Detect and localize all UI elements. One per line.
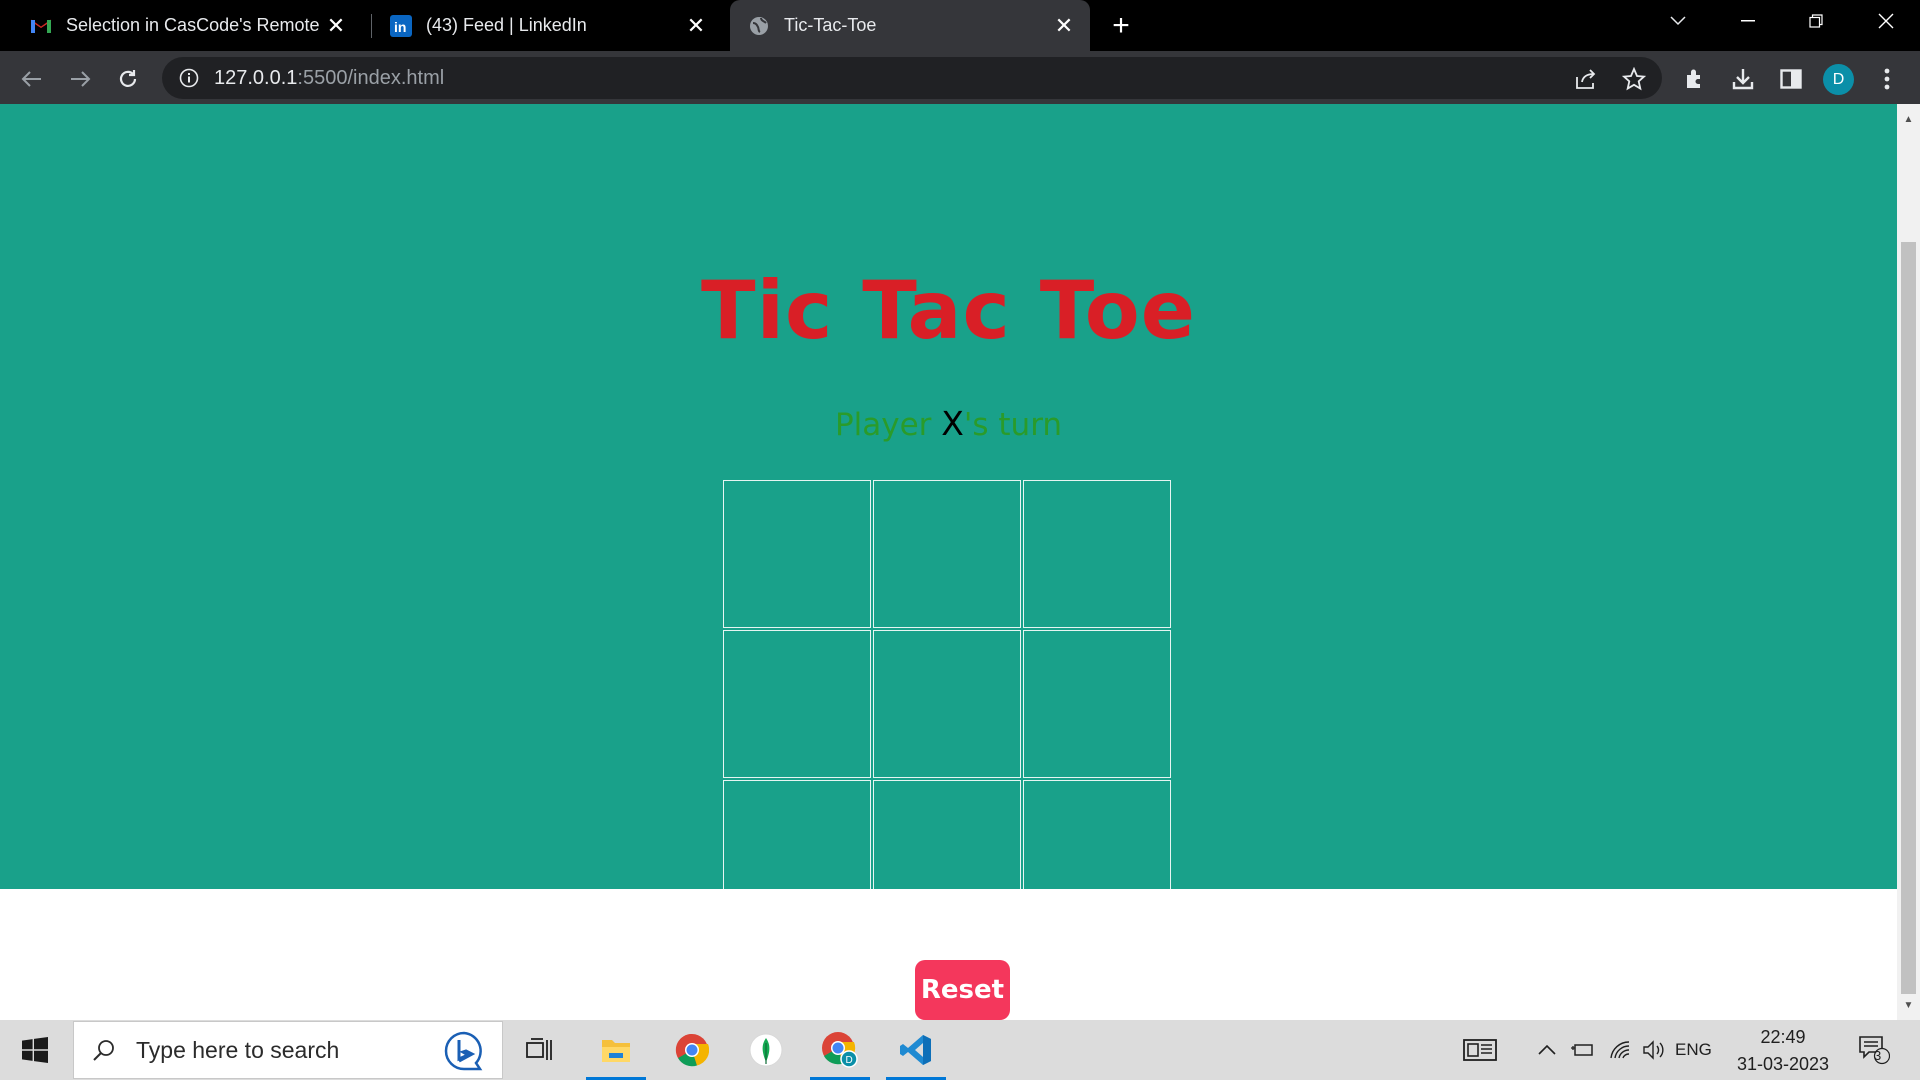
current-player: X xyxy=(941,404,964,443)
search-icon xyxy=(92,1038,116,1062)
battery-icon[interactable] xyxy=(1568,1020,1596,1080)
chrome-profile-icon[interactable]: D xyxy=(808,1020,872,1080)
board-cell[interactable] xyxy=(1023,480,1171,628)
svg-text:D: D xyxy=(846,1055,853,1066)
side-panel-icon[interactable] xyxy=(1775,63,1807,95)
back-icon[interactable] xyxy=(16,63,48,95)
news-widget-icon[interactable] xyxy=(1458,1020,1502,1080)
vscode-icon[interactable] xyxy=(884,1020,948,1080)
clock-date: 31-03-2023 xyxy=(1736,1054,1830,1074)
search-placeholder: Type here to search xyxy=(136,1036,340,1063)
tab-strip: Selection in CasCode's Remote In ✕ in (4… xyxy=(0,0,1920,51)
board-cell[interactable] xyxy=(873,630,1021,778)
svg-text:in: in xyxy=(394,19,406,35)
chevron-up-icon[interactable] xyxy=(1534,1020,1560,1080)
board-cell[interactable] xyxy=(1023,630,1171,778)
file-explorer-icon[interactable] xyxy=(584,1020,648,1080)
turn-indicator: Player X's turn xyxy=(0,404,1897,443)
tab-title: Tic-Tac-Toe xyxy=(784,15,877,35)
task-view-icon[interactable] xyxy=(508,1020,572,1080)
turn-prefix: Player xyxy=(834,407,942,443)
minimize-icon[interactable] xyxy=(1714,0,1782,42)
volume-icon[interactable] xyxy=(1640,1020,1668,1080)
bing-chat-icon[interactable] xyxy=(442,1030,486,1072)
board-cell[interactable] xyxy=(873,780,1021,889)
share-icon[interactable] xyxy=(1570,63,1602,95)
tab-title: Selection in CasCode's Remote In xyxy=(66,15,324,35)
language-indicator[interactable]: ENG xyxy=(1675,1040,1712,1060)
close-icon[interactable]: ✕ xyxy=(1052,13,1076,38)
page-viewport: Tic Tac Toe Player X's turn Reset xyxy=(0,104,1897,1020)
tab-tic-tac-toe[interactable]: Tic-Tac-Toe ✕ xyxy=(730,0,1090,51)
forward-icon[interactable] xyxy=(64,63,96,95)
scrollbar-thumb[interactable] xyxy=(1901,242,1916,994)
browser-toolbar: 127.0.0.1:5500/index.html D xyxy=(0,51,1920,104)
address-bar[interactable]: 127.0.0.1:5500/index.html xyxy=(162,57,1662,99)
wifi-icon[interactable] xyxy=(1606,1020,1634,1080)
extensions-icon[interactable] xyxy=(1679,63,1711,95)
gmail-icon xyxy=(30,15,52,37)
scroll-down-icon[interactable]: ▼ xyxy=(1897,996,1920,1014)
board-cell[interactable] xyxy=(1023,780,1171,889)
page-title: Tic Tac Toe xyxy=(701,264,1196,357)
restore-icon[interactable] xyxy=(1782,0,1850,42)
clock-time: 22:49 xyxy=(1760,1027,1806,1047)
page-scrollbar[interactable]: ▲ ▼ xyxy=(1897,104,1920,1020)
close-icon[interactable]: ✕ xyxy=(324,13,348,38)
turn-suffix: 's turn xyxy=(963,407,1063,443)
globe-icon xyxy=(748,15,770,37)
reload-icon[interactable] xyxy=(112,63,144,95)
url-path: :5500/index.html xyxy=(297,66,445,89)
browser-window: Selection in CasCode's Remote In ✕ in (4… xyxy=(0,0,1920,1020)
chrome-icon[interactable] xyxy=(660,1020,724,1080)
board-cell[interactable] xyxy=(723,780,871,889)
new-tab-button[interactable]: + xyxy=(1106,9,1136,42)
tab-search-icon[interactable] xyxy=(1644,0,1712,42)
game-board xyxy=(723,480,1172,889)
scroll-up-icon[interactable]: ▲ xyxy=(1897,110,1920,128)
notification-count: 3 xyxy=(1874,1048,1882,1063)
menu-icon[interactable] xyxy=(1871,63,1903,95)
board-cell[interactable] xyxy=(723,480,871,628)
system-clock[interactable]: 22:49 31-03-2023 xyxy=(1720,1024,1846,1078)
notification-icon[interactable]: 3 xyxy=(1852,1020,1896,1080)
site-info-icon[interactable] xyxy=(178,67,200,89)
windows-start-icon[interactable] xyxy=(0,1020,70,1080)
board-cell[interactable] xyxy=(873,480,1021,628)
board-cell[interactable] xyxy=(723,630,871,778)
reset-button[interactable]: Reset xyxy=(915,960,1010,1020)
tab-gmail[interactable]: Selection in CasCode's Remote In ✕ xyxy=(0,0,362,51)
profile-avatar[interactable]: D xyxy=(1823,64,1854,95)
tab-linkedin[interactable]: in (43) Feed | LinkedIn ✕ xyxy=(360,0,722,51)
taskbar-search-box[interactable]: Type here to search xyxy=(73,1021,503,1079)
download-icon[interactable] xyxy=(1727,63,1759,95)
bookmark-star-icon[interactable] xyxy=(1618,63,1650,95)
windows-taskbar: Type here to search D ENG 22:49 31-03-20… xyxy=(0,1020,1920,1080)
tab-title: (43) Feed | LinkedIn xyxy=(426,15,587,35)
mongodb-compass-icon[interactable] xyxy=(734,1020,798,1080)
close-window-icon[interactable] xyxy=(1852,0,1920,42)
close-icon[interactable]: ✕ xyxy=(684,13,708,38)
url-host: 127.0.0.1 xyxy=(214,66,298,89)
linkedin-icon: in xyxy=(390,14,412,37)
